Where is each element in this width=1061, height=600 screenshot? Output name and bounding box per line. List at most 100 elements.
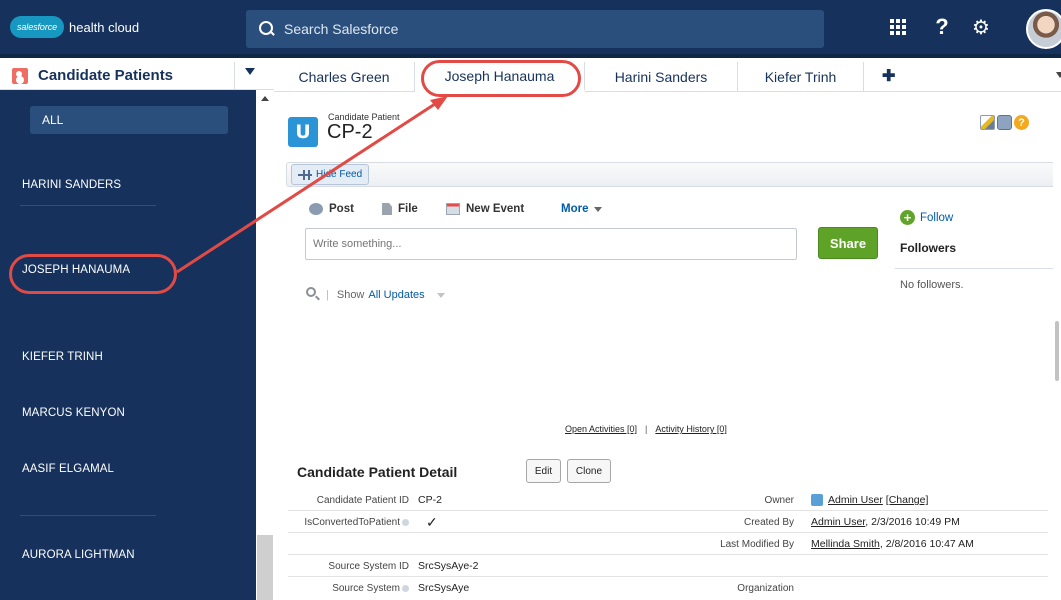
sidebar-item-kiefer-trinh[interactable]: KIEFER TRINH — [22, 351, 103, 363]
sidebar-item-harini-sanders[interactable]: HARINI SANDERS — [22, 179, 121, 191]
field-label: Last Modified By — [720, 539, 794, 550]
scroll-thumb[interactable] — [1055, 321, 1059, 381]
record-tools: ? — [980, 115, 1029, 130]
detail-fields-table: Candidate Patient ID CP-2 Owner Admin Us… — [288, 489, 1048, 599]
followers-divider — [895, 268, 1061, 269]
stethoscope-icon: ᑌ — [288, 117, 318, 147]
post-action[interactable]: Post — [309, 203, 354, 215]
feed-toolbar: Hide Feed — [286, 162, 1060, 187]
search-placeholder: Search Salesforce — [284, 21, 399, 37]
help-icon[interactable]: ? — [927, 12, 957, 42]
created-by-user-link[interactable]: Admin User — [811, 516, 865, 528]
print-icon[interactable] — [997, 115, 1012, 130]
created-by-value: Admin User, 2/3/2016 10:49 PM — [811, 516, 960, 528]
new-event-label: New Event — [466, 203, 525, 215]
app-logo[interactable]: salesforce health cloud — [10, 12, 160, 42]
filter-all-button[interactable]: ALL — [30, 106, 228, 134]
sidebar-title: Candidate Patients — [38, 67, 174, 84]
follow-button[interactable]: + Follow — [900, 210, 953, 225]
sidebar-item-marcus-kenyon[interactable]: MARCUS KENYON — [22, 407, 125, 419]
clone-button[interactable]: Clone — [567, 459, 611, 483]
app-launcher-icon[interactable] — [890, 19, 906, 35]
tab-kiefer-trinh[interactable]: Kiefer Trinh — [738, 62, 864, 92]
open-activities-link[interactable]: Open Activities [0] — [565, 424, 637, 434]
tab-overflow-icon[interactable] — [1056, 72, 1061, 78]
follow-label: Follow — [920, 211, 954, 224]
owner-link[interactable]: Admin User — [828, 494, 883, 506]
chevron-down-icon[interactable] — [245, 68, 255, 75]
highlight-ellipse — [421, 60, 581, 97]
edit-layout-icon[interactable] — [980, 115, 995, 130]
workspace-tabs: Charles Green Joseph Hanauma Harini Sand… — [274, 62, 1061, 92]
hide-feed-button[interactable]: Hide Feed — [291, 164, 370, 185]
sidebar-divider — [20, 205, 156, 206]
edit-button[interactable]: Edit — [526, 459, 561, 483]
filter-separator: | — [326, 289, 329, 301]
owner-field: Admin User [Change] — [811, 494, 929, 507]
field-value: SrcSysAye-2 — [418, 560, 479, 572]
sidebar-header-divider — [234, 62, 235, 90]
sidebar-divider — [20, 515, 156, 516]
main-scrollbar[interactable] — [1053, 93, 1061, 600]
field-label: Created By — [743, 517, 794, 528]
checkbox-checked: ✓ — [426, 514, 438, 530]
feed-pulse-icon — [298, 169, 312, 180]
record-name: CP-2 — [327, 121, 373, 143]
detail-row: Source System ID SrcSysAye-2 — [288, 555, 1048, 577]
highlight-ellipse — [9, 254, 177, 294]
file-action[interactable]: File — [382, 203, 418, 215]
sidebar-scrollbar[interactable] — [256, 90, 274, 600]
app-name: health cloud — [69, 19, 140, 35]
chevron-down-icon[interactable] — [436, 292, 445, 298]
info-icon[interactable] — [402, 518, 409, 526]
followers-title: Followers — [900, 241, 957, 255]
share-button[interactable]: Share — [818, 227, 878, 259]
detail-row: Last Modified By Mellinda Smith, 2/8/201… — [288, 533, 1048, 555]
global-search-input[interactable]: Search Salesforce — [246, 10, 824, 48]
sidebar-item-aurora-lightman[interactable]: AURORA LIGHTMAN — [22, 549, 135, 561]
field-label: Organization — [737, 583, 794, 594]
filter-all-updates[interactable]: All Updates — [368, 289, 424, 301]
more-actions[interactable]: More — [561, 203, 603, 215]
field-label: Candidate Patient ID — [316, 495, 409, 506]
search-icon — [258, 20, 276, 38]
plus-icon: + — [900, 210, 915, 225]
chevron-down-icon — [594, 206, 603, 212]
tab-charles-green[interactable]: Charles Green — [274, 62, 415, 92]
last-modified-value: Mellinda Smith, 2/8/2016 10:47 AM — [811, 538, 974, 550]
activity-history-link[interactable]: Activity History [0] — [655, 424, 727, 434]
detail-row: Source System SrcSysAye Organization — [288, 577, 1048, 599]
info-icon[interactable] — [402, 584, 409, 592]
field-label: Owner — [764, 495, 794, 506]
field-value: CP-2 — [418, 494, 442, 506]
candidate-patients-sidebar: Candidate Patients ALL HARINI SANDERS JO… — [0, 62, 274, 600]
new-event-action[interactable]: New Event — [446, 203, 524, 215]
link-separator: | — [645, 424, 648, 434]
search-icon[interactable] — [306, 287, 316, 297]
calendar-icon — [446, 203, 460, 215]
sidebar-item-aasif-elgamal[interactable]: AASIF ELGAMAL — [22, 463, 114, 475]
post-text-input[interactable] — [305, 228, 797, 260]
tab-harini-sanders[interactable]: Harini Sanders — [585, 62, 738, 92]
detail-row: Candidate Patient ID CP-2 Owner Admin Us… — [288, 489, 1048, 511]
add-tab-icon[interactable]: ✚ — [882, 66, 895, 86]
post-label: Post — [329, 203, 354, 215]
field-label: IsConvertedToPatient — [304, 517, 409, 528]
scroll-up-icon[interactable] — [261, 96, 269, 101]
hide-feed-label: Hide Feed — [316, 169, 363, 180]
scroll-thumb[interactable] — [257, 535, 273, 600]
global-header: salesforce health cloud Search Salesforc… — [0, 0, 1061, 58]
salesforce-cloud-logo: salesforce — [10, 16, 65, 38]
patients-list-icon — [12, 67, 28, 84]
sidebar-header[interactable]: Candidate Patients — [0, 62, 274, 90]
last-modified-user-link[interactable]: Mellinda Smith — [811, 538, 880, 550]
speech-bubble-icon — [309, 203, 323, 215]
help-icon[interactable]: ? — [1014, 115, 1029, 130]
user-icon — [811, 494, 823, 507]
gear-icon[interactable]: ⚙ — [966, 12, 996, 42]
field-label: Source System ID — [328, 561, 409, 572]
more-label: More — [561, 203, 589, 215]
user-avatar[interactable] — [1026, 9, 1061, 49]
change-owner-link[interactable]: [Change] — [886, 494, 929, 506]
file-label: File — [398, 203, 418, 215]
